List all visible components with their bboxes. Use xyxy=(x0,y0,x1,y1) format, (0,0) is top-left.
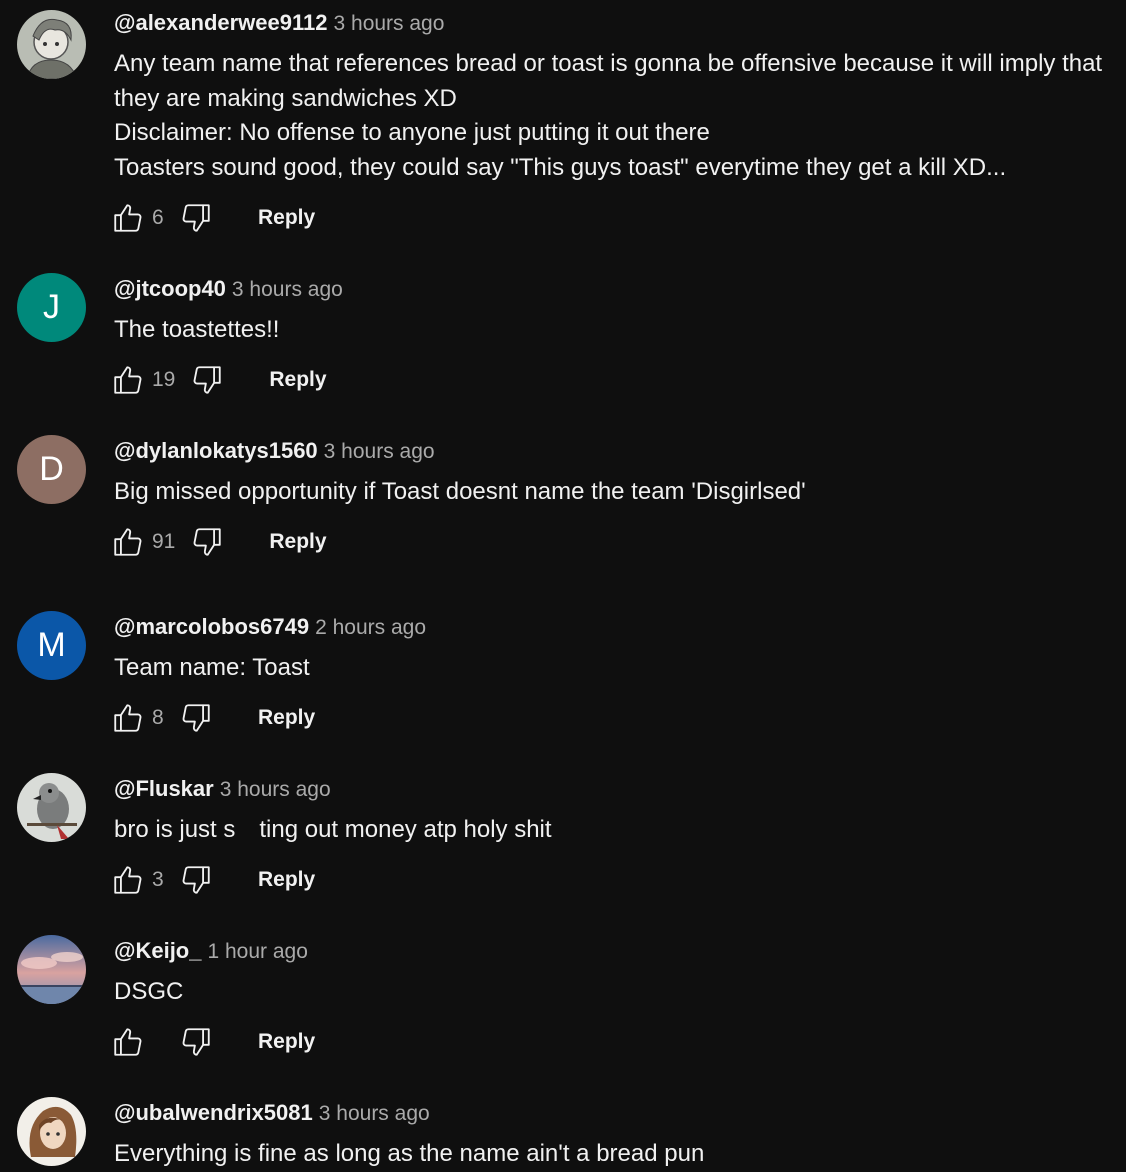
like-button[interactable] xyxy=(110,1024,146,1060)
comment-line: they are making sandwiches XD xyxy=(114,84,457,112)
comment-text: Everything is fine as long as the name a… xyxy=(114,1137,1119,1172)
comment-actions: 19 Reply xyxy=(110,360,327,400)
comment-line: The toastettes!! xyxy=(114,316,280,343)
thumbs-down-icon xyxy=(182,1028,210,1056)
author-name[interactable]: @dylanlokatys1560 xyxy=(114,438,318,463)
dislike-button[interactable] xyxy=(178,700,214,736)
comment-text: Big missed opportunity if Toast doesnt n… xyxy=(114,475,1119,510)
avatar[interactable] xyxy=(17,1097,86,1166)
comment-timestamp[interactable]: 2 hours ago xyxy=(315,616,426,639)
comment-text: The toastettes!! xyxy=(114,313,1119,348)
comment-header: @alexanderwee9112 3 hours ago xyxy=(114,10,444,39)
comment-line: Everything is fine as long as the name a… xyxy=(114,1140,705,1167)
reply-button[interactable]: Reply xyxy=(258,206,315,230)
thumbs-up-icon xyxy=(114,204,142,232)
comment-actions: 3 Reply xyxy=(110,860,315,900)
like-button[interactable] xyxy=(110,700,146,736)
parrot-avatar-icon xyxy=(17,773,86,842)
comment-header: @jtcoop40 3 hours ago xyxy=(114,276,343,305)
comment-actions: Reply xyxy=(110,1022,315,1062)
author-name[interactable]: @Keijo_ xyxy=(114,938,201,963)
author-name[interactable]: @alexanderwee9112 xyxy=(114,10,328,35)
like-count: 8 xyxy=(152,706,164,729)
thumbs-down-icon xyxy=(182,704,210,732)
comment-text: bro is just s ting out money atp holy shi… xyxy=(114,813,1119,848)
comment-line-part: bro is just s xyxy=(114,816,236,843)
sunset-sky-avatar-icon xyxy=(17,935,86,1004)
reply-button[interactable]: Reply xyxy=(269,530,326,554)
reply-button[interactable]: Reply xyxy=(258,706,315,730)
comment-timestamp[interactable]: 3 hours ago xyxy=(220,778,331,801)
like-button[interactable] xyxy=(110,862,146,898)
avatar-letter: D xyxy=(39,450,64,488)
avatar[interactable]: D xyxy=(17,435,86,504)
comment-actions: 91 Reply xyxy=(110,522,327,562)
thumbs-down-icon xyxy=(193,528,222,556)
avatar[interactable]: J xyxy=(17,273,86,342)
reply-button[interactable]: Reply xyxy=(258,1030,315,1054)
like-button[interactable] xyxy=(110,200,146,236)
avatar[interactable] xyxy=(17,773,86,842)
comment-header: @ubalwendrix5081 3 hours ago xyxy=(114,1100,430,1129)
comment-actions: 8 Reply xyxy=(110,698,315,738)
comment-timestamp[interactable]: 3 hours ago xyxy=(334,12,445,35)
thumbs-up-icon xyxy=(114,528,142,556)
comment-line: Team name: Toast xyxy=(114,654,310,681)
like-count: 91 xyxy=(152,530,176,553)
dislike-button[interactable] xyxy=(178,862,214,898)
anime-character-avatar-icon xyxy=(17,1097,86,1166)
dislike-button[interactable] xyxy=(189,362,225,398)
author-name[interactable]: @marcolobos6749 xyxy=(114,614,309,639)
thumbs-down-icon xyxy=(182,204,210,232)
comment-header: @Keijo_ 1 hour ago xyxy=(114,938,308,967)
comment-timestamp[interactable]: 3 hours ago xyxy=(232,278,343,301)
thumbs-up-icon xyxy=(114,1028,142,1056)
comment-line: DSGC xyxy=(114,978,184,1005)
comment-timestamp[interactable]: 3 hours ago xyxy=(319,1102,430,1125)
comment-timestamp[interactable]: 3 hours ago xyxy=(324,440,435,463)
thumbs-down-icon xyxy=(193,366,222,394)
thumbs-up-icon xyxy=(114,366,142,394)
dislike-button[interactable] xyxy=(178,1024,214,1060)
reply-button[interactable]: Reply xyxy=(269,368,326,392)
comment-header: @Fluskar 3 hours ago xyxy=(114,776,331,805)
anime-character-avatar-icon xyxy=(17,10,86,79)
comment-header: @dylanlokatys1560 3 hours ago xyxy=(114,438,435,467)
comment-line-part: ting out money atp holy shit xyxy=(259,816,552,843)
like-count: 3 xyxy=(152,868,164,891)
like-button[interactable] xyxy=(110,524,146,560)
comment-header: @marcolobos6749 2 hours ago xyxy=(114,614,426,643)
thumbs-up-icon xyxy=(114,704,142,732)
comment-text: Any team name that references bread or t… xyxy=(114,47,1119,185)
comment-actions: 6 Reply xyxy=(110,198,315,238)
like-count: 6 xyxy=(152,206,164,229)
avatar-letter: M xyxy=(37,626,66,664)
author-name[interactable]: @Fluskar xyxy=(114,776,214,801)
comment-line: bro is just s ting out money atp holy shi… xyxy=(114,813,1119,848)
dislike-button[interactable] xyxy=(189,524,225,560)
comment-line: Toasters sound good, they could say "Thi… xyxy=(114,153,1007,181)
avatar[interactable]: M xyxy=(17,611,86,680)
comment-line: Disclaimer: No offense to anyone just pu… xyxy=(114,119,710,146)
comment-line: Any team name that references bread or t… xyxy=(114,50,1103,77)
comment-timestamp[interactable]: 1 hour ago xyxy=(207,940,307,963)
reply-button[interactable]: Reply xyxy=(258,868,315,892)
thumbs-up-icon xyxy=(114,866,142,894)
thumbs-down-icon xyxy=(182,866,210,894)
comment-text: DSGC xyxy=(114,975,1119,1010)
avatar[interactable] xyxy=(17,10,86,79)
author-name[interactable]: @jtcoop40 xyxy=(114,276,226,301)
like-count: 19 xyxy=(152,368,176,391)
comment-text: Team name: Toast xyxy=(114,651,1119,686)
author-name[interactable]: @ubalwendrix5081 xyxy=(114,1100,313,1125)
like-button[interactable] xyxy=(110,362,146,398)
comment-line: Big missed opportunity if Toast doesnt n… xyxy=(114,478,806,505)
dislike-button[interactable] xyxy=(178,200,214,236)
avatar[interactable] xyxy=(17,935,86,1004)
avatar-letter: J xyxy=(43,288,60,326)
